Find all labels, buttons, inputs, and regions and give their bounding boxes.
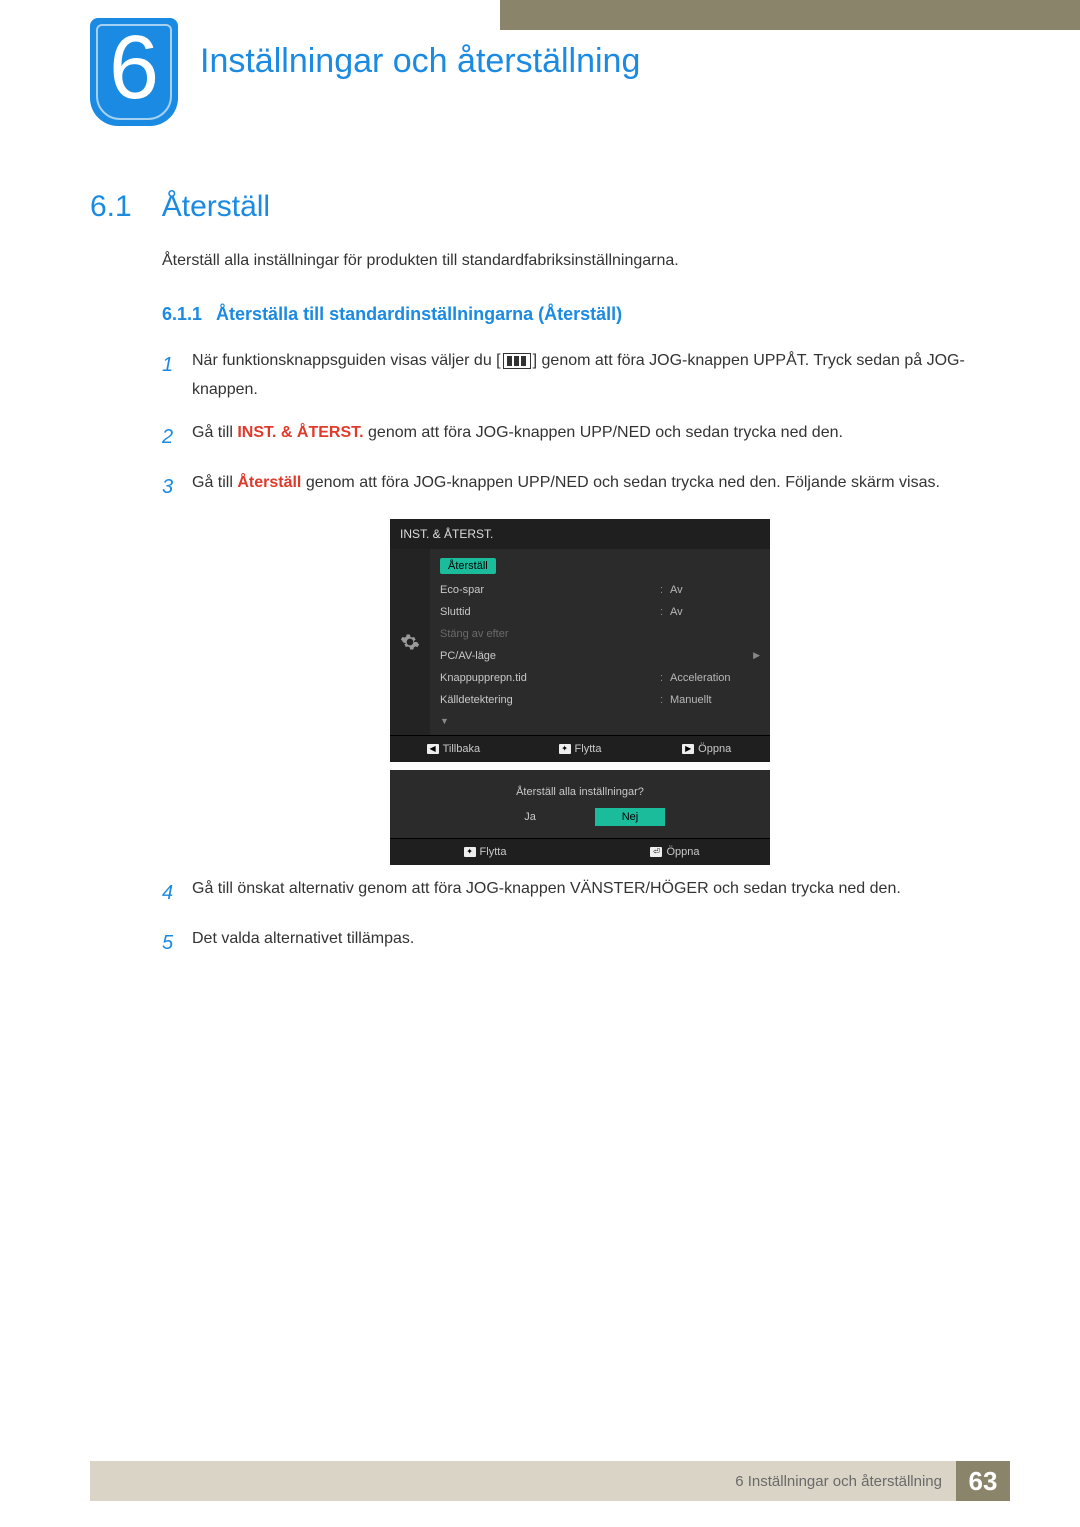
subsection-number: 6.1.1	[162, 304, 202, 324]
osd-item-kalldetektering: Källdetektering : Manuellt	[430, 689, 770, 711]
osd-menu: INST. & ÅTERST. Återställ Eco-spar : Av	[390, 519, 770, 762]
osd-item-sluttid: Sluttid : Av	[430, 601, 770, 623]
osd-list: Återställ Eco-spar : Av Sluttid : Av Stä…	[430, 549, 770, 735]
step-2: 2 Gå till INST. & ÅTERST. genom att föra…	[162, 419, 1010, 455]
intro-text: Återställ alla inställningar för produkt…	[162, 252, 1010, 270]
nav-updown-icon: ✦	[559, 744, 571, 754]
menu-icon	[503, 353, 531, 369]
osd-item-ecospar: Eco-spar : Av	[430, 579, 770, 601]
dialog-yes-button: Ja	[495, 808, 565, 826]
nav-enter-icon: ⏎	[650, 847, 662, 857]
osd-nav-open: ▶Öppna	[643, 743, 770, 755]
step-body: När funktionsknappsguiden visas väljer d…	[192, 347, 1010, 405]
chapter-number: 6	[109, 18, 159, 118]
osd-item-knapprepn: Knappupprepn.tid : Acceleration	[430, 667, 770, 689]
osd-icon-column	[390, 549, 430, 735]
section-title: Återställ	[162, 190, 270, 223]
highlight-text: Återställ	[237, 474, 301, 491]
section-number: 6.1	[90, 190, 132, 223]
nav-left-icon: ◀	[427, 744, 439, 754]
step-1: 1 När funktionsknappsguiden visas väljer…	[162, 347, 1010, 405]
osd-title: INST. & ÅTERST.	[390, 519, 770, 549]
chapter-number-badge: 6	[90, 18, 178, 126]
step-number: 4	[162, 875, 192, 911]
osd-screenshot: INST. & ÅTERST. Återställ Eco-spar : Av	[390, 519, 1010, 865]
section-heading: 6.1 Återställ	[90, 190, 1010, 224]
osd-item-reset: Återställ	[430, 553, 770, 579]
step-body: Gå till INST. & ÅTERST. genom att föra J…	[192, 419, 1010, 455]
step-5: 5 Det valda alternativet tillämpas.	[162, 925, 1010, 961]
step-number: 5	[162, 925, 192, 961]
chevron-down-icon: ▼	[440, 716, 449, 726]
osd-item-stangavefter: Stäng av efter	[430, 623, 770, 645]
osd-nav-back: ◀Tillbaka	[390, 743, 517, 755]
subsection-title: Återställa till standardinställningarna …	[216, 304, 622, 324]
osd-item-pcavlage: PC/AV-läge ▶	[430, 645, 770, 667]
step-number: 2	[162, 419, 192, 455]
highlight-text: INST. & ÅTERST.	[237, 424, 363, 441]
dialog-no-button: Nej	[595, 808, 665, 826]
dialog-question: Återställ alla inställningar?	[390, 770, 770, 808]
footer-page-number: 63	[956, 1461, 1010, 1501]
subsection-heading: 6.1.1 Återställa till standardinställning…	[162, 304, 1010, 325]
page-footer: 6 Inställningar och återställning 63	[90, 1461, 1080, 1501]
step-number: 3	[162, 469, 192, 505]
osd-confirm-dialog: Återställ alla inställningar? Ja Nej ✦Fl…	[390, 770, 770, 865]
osd-nav-open: ⏎Öppna	[580, 846, 770, 858]
step-body: Gå till Återställ genom att föra JOG-kna…	[192, 469, 1010, 505]
header-accent-bar	[500, 0, 1080, 30]
osd-scroll-down: ▼	[430, 711, 770, 731]
osd-nav-bar: ✦Flytta ⏎Öppna	[390, 838, 770, 865]
step-body: Det valda alternativet tillämpas.	[192, 925, 1010, 961]
footer-chapter-label: 6 Inställningar och återställning	[90, 1461, 956, 1501]
osd-nav-move: ✦Flytta	[517, 743, 644, 755]
nav-leftright-icon: ✦	[464, 847, 476, 857]
chapter-title: Inställningar och återställning	[200, 42, 640, 81]
step-4: 4 Gå till önskat alternativ genom att fö…	[162, 875, 1010, 911]
step-body: Gå till önskat alternativ genom att föra…	[192, 875, 1010, 911]
step-number: 1	[162, 347, 192, 405]
osd-nav-move: ✦Flytta	[390, 846, 580, 858]
page-content: 6.1 Återställ Återställ alla inställninga…	[90, 190, 1010, 975]
nav-right-icon: ▶	[682, 744, 694, 754]
gear-icon	[400, 632, 420, 652]
osd-nav-bar: ◀Tillbaka ✦Flytta ▶Öppna	[390, 735, 770, 762]
chevron-right-icon: ▶	[750, 650, 760, 661]
step-3: 3 Gå till Återställ genom att föra JOG-k…	[162, 469, 1010, 505]
